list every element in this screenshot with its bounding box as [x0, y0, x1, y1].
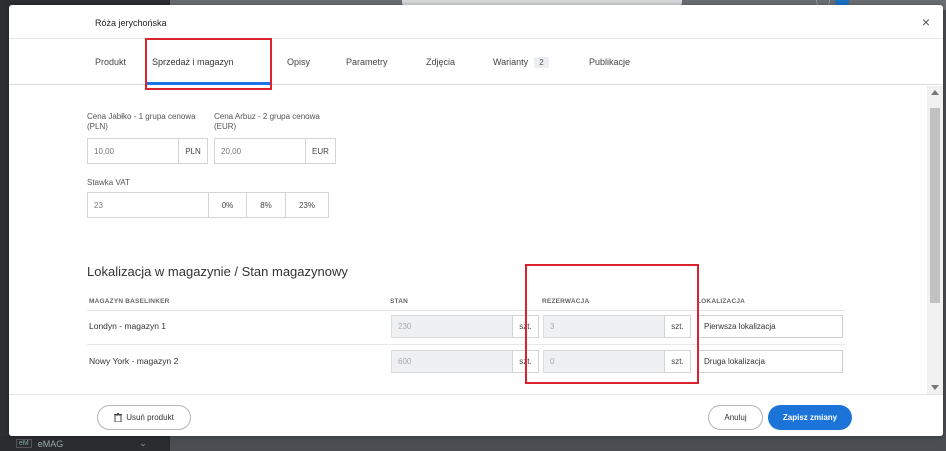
sales-warehouse-panel: Cena Jabłko - 1 grupa cenowa (PLN) 10,00… — [9, 86, 927, 394]
tab-sprzedaz-i-magazyn[interactable]: Sprzedaż i magazyn — [152, 57, 234, 67]
row-divider — [87, 344, 845, 345]
sidebar-item-label: eMAG — [37, 438, 64, 449]
tab-zdjecia[interactable]: Zdjęcia — [426, 57, 455, 67]
tab-bar: Produkt Sprzedaż i magazyn Opisy Paramet… — [9, 39, 943, 85]
reservation-unit: szt. — [664, 315, 691, 338]
col-header-warehouse: MAGAZYN BASELINKER — [89, 298, 170, 305]
tab-label: Warianty — [493, 57, 529, 67]
price2-input[interactable]: 20,00 — [214, 138, 306, 164]
trash-icon — [114, 413, 123, 422]
scroll-up-arrow-icon[interactable] — [931, 90, 939, 95]
vat-0-button[interactable]: 0% — [208, 192, 247, 218]
reservation-input: 3 — [543, 315, 665, 338]
reservation-unit: szt. — [664, 350, 691, 373]
chevron-down-icon: ⌄ — [139, 438, 147, 448]
scrollbar[interactable] — [927, 86, 943, 394]
stock-input: 600 — [391, 350, 513, 373]
product-edit-modal: Róża jerychońska × Produkt Sprzedaż i ma… — [9, 5, 943, 436]
vat-label: Stawka VAT — [87, 178, 130, 187]
vat-8-button[interactable]: 8% — [246, 192, 286, 218]
col-header-reservation: REZERWACJA — [542, 298, 590, 305]
close-icon[interactable]: × — [922, 14, 930, 30]
stock-section-title: Lokalizacja w magazynie / Stan magazynow… — [87, 264, 348, 279]
modal-footer: Usuń produkt Anuluj Zapisz zmiany — [9, 394, 943, 436]
stock-input: 230 — [391, 315, 513, 338]
delete-product-button[interactable]: Usuń produkt — [97, 405, 191, 430]
cancel-button[interactable]: Anuluj — [708, 405, 763, 430]
vat-input[interactable]: 23 — [87, 192, 209, 218]
sidebar-item-emag: eM eMAG ⌄ — [0, 436, 170, 451]
tab-publikacje[interactable]: Publikacje — [589, 57, 630, 67]
header-divider — [87, 310, 845, 311]
reservation-input: 0 — [543, 350, 665, 373]
delete-product-label: Usuń produkt — [126, 413, 174, 422]
stock-unit: szt. — [512, 315, 539, 338]
active-tab-indicator — [145, 82, 270, 85]
price2-currency: EUR — [305, 138, 336, 164]
stock-unit: szt. — [512, 350, 539, 373]
col-header-stock: STAN — [390, 298, 409, 305]
price1-input[interactable]: 10,00 — [87, 138, 179, 164]
tab-warianty[interactable]: Warianty 2 — [493, 57, 549, 68]
scroll-down-arrow-icon[interactable] — [931, 385, 939, 390]
save-changes-button[interactable]: Zapisz zmiany — [768, 405, 852, 430]
price2-label: Cena Arbuz - 2 grupa cenowa (EUR) — [214, 112, 320, 131]
modal-header: Róża jerychońska × — [9, 5, 943, 39]
variant-count-badge: 2 — [534, 57, 549, 68]
location-input[interactable]: Pierwsza lokalizacja — [697, 315, 843, 338]
scroll-thumb[interactable] — [930, 108, 940, 303]
tab-opisy[interactable]: Opisy — [287, 57, 310, 67]
vat-23-button[interactable]: 23% — [285, 192, 329, 218]
price1-currency: PLN — [178, 138, 208, 164]
tab-produkt[interactable]: Produkt — [95, 57, 126, 67]
modal-title: Róża jerychońska — [95, 18, 167, 28]
tab-parametry[interactable]: Parametry — [346, 57, 388, 67]
price1-label: Cena Jabłko - 1 grupa cenowa (PLN) — [87, 112, 196, 131]
location-input[interactable]: Druga lokalizacja — [697, 350, 843, 373]
col-header-location: LOKALIZACJA — [697, 298, 746, 305]
warehouse-name: Londyn - magazyn 1 — [89, 321, 167, 331]
emag-logo-icon: eM — [16, 439, 32, 448]
warehouse-name: Nowy York - magazyn 2 — [89, 356, 179, 366]
